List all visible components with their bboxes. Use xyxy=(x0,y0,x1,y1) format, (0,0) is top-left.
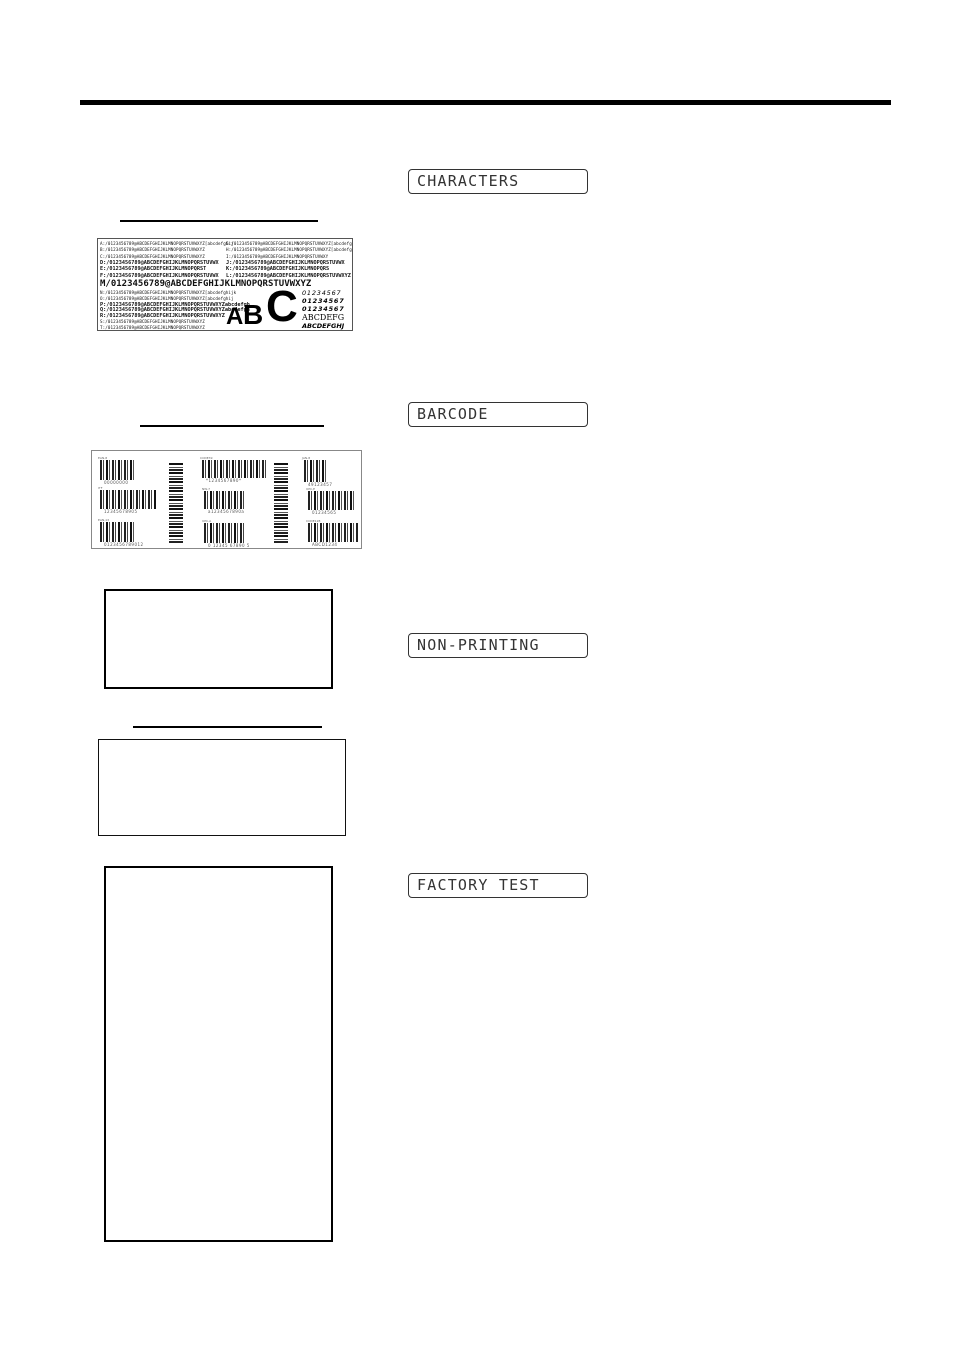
alpha-row-serif: ABCDEFG xyxy=(302,313,345,322)
non-printing-box-1 xyxy=(104,589,333,689)
char-row-right: J:/0123456789@ABCDEFGHIJKLMNOPQRSTUVWX xyxy=(226,259,345,266)
character-print-sample: A:/0123456789@ABCDEFGHIJKLMNOPQRSTUVWXYZ… xyxy=(97,238,353,331)
barcode-number: a1234567890a xyxy=(208,509,245,514)
barcode-number: 0123456789012 xyxy=(104,542,144,547)
char-row-lower: T:/0123456789@ABCDEFGHIJKLMNOPQRSTUVWXYZ xyxy=(100,324,205,330)
char-row-right: K:/0123456789@ABCDEFGHIJKLMNOPQRS xyxy=(226,266,330,273)
barcode-caption-rule xyxy=(140,425,324,427)
lcd-factory-test: FACTORY TEST xyxy=(408,873,588,898)
barcode-bars xyxy=(204,523,244,543)
barcode-bars xyxy=(304,460,326,482)
char-row-left: F:/0123456789@ABCDEFGHIJKLMNOPQRSTUVWX xyxy=(100,272,219,279)
big-letter-a: A xyxy=(226,303,244,330)
barcode-bars xyxy=(308,523,358,542)
header-rule xyxy=(80,100,891,105)
barcode-bars xyxy=(308,491,354,510)
char-row-left: A:/0123456789@ABCDEFGHIJKLMNOPQRSTUVWXYZ… xyxy=(100,241,234,246)
barcode-number: *1234567890* xyxy=(206,478,242,483)
lcd-barcode: BARCODE xyxy=(408,402,588,427)
lcd-non-printing: NON-PRINTING xyxy=(408,633,588,658)
char-row-right: L:/0123456789@ABCDEFGHIJKLMNOPQRSTUVWXYZ xyxy=(226,272,351,279)
char-row-lower: N:/0123456789@ABCDEFGHIJKLMNOPQRSTUVWXYZ… xyxy=(100,290,237,295)
vertical-barcode-1 xyxy=(169,463,183,543)
lcd-characters: CHARACTERS xyxy=(408,169,588,194)
barcode-number: 12345678905 xyxy=(104,509,138,514)
barcode-bars xyxy=(100,522,136,542)
char-row-left: C:/0123456789@ABCDEFGHIJKLMNOPQRSTUVWXYZ xyxy=(100,253,205,259)
char-row-right: G:/0123456789@ABCDEFGHIJKLMNOPQRSTUVWXYZ… xyxy=(226,241,352,246)
factory-test-box xyxy=(104,866,333,1242)
barcode-number: ABCD1234 xyxy=(312,542,338,547)
char-row-lower: O:/0123456789@ABCDEFGHIJKLMNOPQRSTUVWXYZ… xyxy=(100,295,234,301)
barcode-number: 01234565 xyxy=(312,510,337,515)
char-row-left: B:/0123456789@ABCDEFGHIJKLMNOPQRSTUVWXYZ xyxy=(100,247,205,253)
char-row-left: E:/0123456789@ABCDEFGHIJKLMNOPQRST xyxy=(100,266,207,273)
big-letter-c: C xyxy=(266,282,298,331)
characters-caption-rule xyxy=(120,220,318,222)
non-printing-box-2 xyxy=(98,739,346,836)
digit-row-1: 01234567 xyxy=(302,289,342,297)
barcode-bars xyxy=(202,460,268,478)
digit-row-3: 01234567 xyxy=(302,305,345,313)
barcode-number: 00000000 xyxy=(104,480,129,485)
barcode-print-sample: EAN-8 00000000 CODE39 *1234567890* JAN-8 4912… xyxy=(91,450,362,549)
barcode-bars xyxy=(100,460,136,480)
alpha-row-italic: ABCDEFGHJ xyxy=(302,322,345,330)
barcode-bars xyxy=(204,491,244,509)
char-row-right: I:/0123456789@ABCDEFGHIJKLMNOPQRSTUVWXY xyxy=(226,253,329,259)
digit-row-2: 01234567 xyxy=(302,297,345,305)
barcode-number: 0 12345 67890 5 xyxy=(208,543,250,548)
char-row-right: H:/0123456789@ABCDEFGHIJKLMNOPQRSTUVWXYZ… xyxy=(226,247,353,253)
char-row-lower: S:/0123456789@ABCDEFGHIJKLMNOPQRSTUVWXYZ xyxy=(100,319,205,324)
non-printing-caption-rule xyxy=(133,726,322,728)
big-letter-b: B xyxy=(243,299,264,330)
barcode-bars xyxy=(100,490,156,509)
char-row-left: D:/0123456789@ABCDEFGHIJKLMNOPQRSTUVWX xyxy=(100,259,219,266)
vertical-barcode-2 xyxy=(274,463,288,543)
